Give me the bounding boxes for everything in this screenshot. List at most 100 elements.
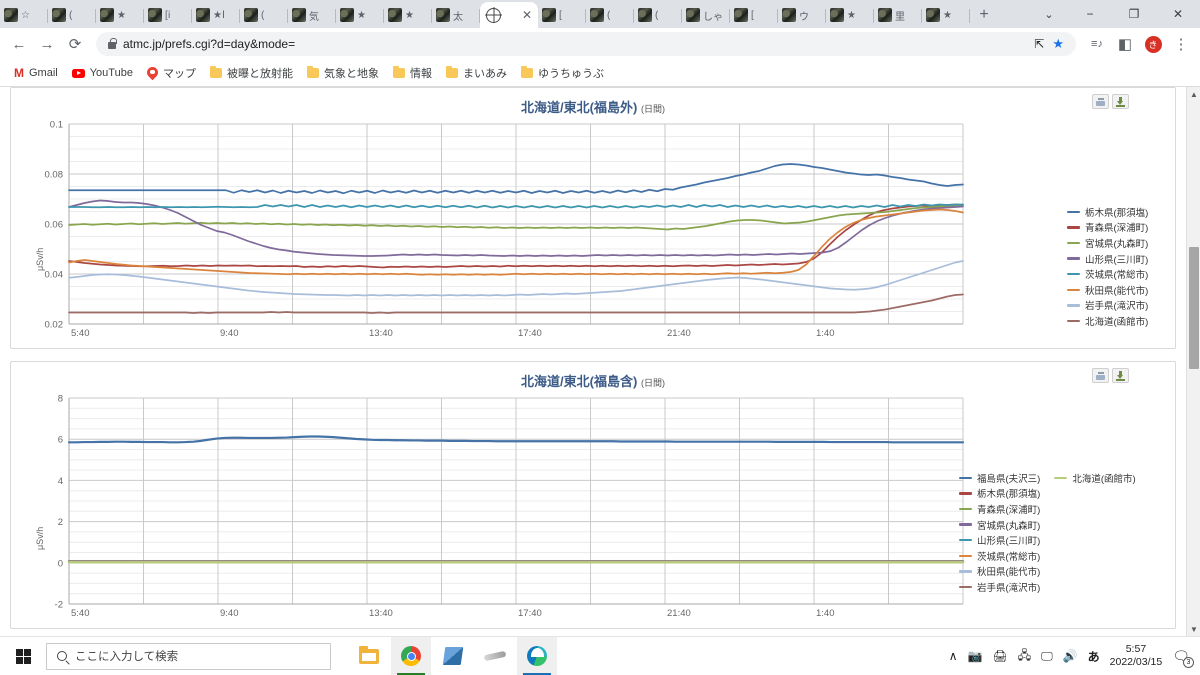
window-maximize-button[interactable]: ❐ [1112, 0, 1156, 28]
browser-tab[interactable]: 里 [874, 2, 922, 28]
browser-tab[interactable]: [ [538, 2, 586, 28]
window-minimize-button[interactable]: − [1068, 0, 1112, 28]
browser-tab[interactable]: 太 [432, 2, 480, 28]
tab-title: ( [607, 9, 611, 21]
browser-tab[interactable]: ★ [96, 2, 144, 28]
bookmark-folder-3[interactable]: 情報 [387, 63, 438, 83]
profile-avatar[interactable]: き [1140, 31, 1166, 57]
download-icon [1116, 97, 1125, 107]
ime-indicator[interactable]: あ [1088, 648, 1100, 665]
legend-item[interactable]: 栃木県(那須塩) [1067, 204, 1148, 220]
legend-item[interactable]: 青森県(深浦町) [959, 501, 1040, 517]
legend-label: 茨城県(常総市) [977, 551, 1041, 563]
legend-item[interactable]: 茨城県(常総市) [1067, 266, 1148, 282]
browser-tab[interactable]: ☆ [0, 2, 48, 28]
legend-item[interactable]: 宮城県(丸森町) [959, 517, 1040, 533]
volume-icon[interactable]: 🔊 [1063, 649, 1078, 663]
fax-icon[interactable]: 🖨 [992, 649, 1007, 663]
taskbar-app-chrome[interactable] [391, 636, 431, 675]
chart-card-1: 北海道/東北(福島外) (日間) μSv/h 0.02 0.04 0.06 0.08 0… [10, 87, 1176, 349]
browser-tab[interactable]: しゃ [682, 2, 730, 28]
bookmark-folder-2[interactable]: 気象と地象 [301, 63, 385, 83]
scroll-down-icon[interactable]: ▼ [1187, 622, 1200, 636]
browser-toolbar: ← → ⟳ atmc.jp/prefs.cgi?d=day&mode= ⇱ ★ … [0, 28, 1200, 60]
legend-item[interactable]: 秋田県(能代市) [1067, 282, 1148, 298]
notification-center-icon[interactable]: 🗨 3 [1172, 648, 1194, 668]
legend-item[interactable]: 山形県(三川町) [959, 532, 1040, 548]
print-button[interactable] [1092, 94, 1109, 109]
browser-tab[interactable]: 気 [288, 2, 336, 28]
browser-tab[interactable]: ★ [336, 2, 384, 28]
new-tab-button[interactable]: + [970, 2, 998, 28]
scroll-up-icon[interactable]: ▲ [1187, 87, 1200, 101]
download-button[interactable] [1112, 94, 1129, 109]
taskbar-search-input[interactable]: ここに入力して検索 [46, 642, 331, 670]
network-icon[interactable]: 🖧 [1018, 646, 1031, 667]
browser-tab[interactable]: ★ [922, 2, 970, 28]
legend-item[interactable]: 北海道(函館市) [1067, 313, 1148, 329]
legend-item[interactable]: 山形県(三川町) [1067, 251, 1148, 267]
browser-tab[interactable]: ( [240, 2, 288, 28]
legend-item[interactable]: 秋田県(能代市) [959, 564, 1040, 580]
chart-1-ylabel: μSv/h [35, 247, 45, 271]
taskbar-app-pen[interactable] [475, 637, 515, 675]
legend-item[interactable]: 福島県(夫沢三) [959, 470, 1040, 486]
browser-tab[interactable]: ★ [384, 2, 432, 28]
taskbar-app-book[interactable] [433, 637, 473, 675]
camera-icon[interactable]: 📷 [968, 649, 983, 663]
legend-item[interactable]: 宮城県(丸森町) [1067, 235, 1148, 251]
browser-tab-active[interactable]: ✕ [480, 2, 538, 28]
bookmark-maps[interactable]: マップ [141, 63, 202, 83]
legend-item[interactable]: 北海道(函館市) [1054, 470, 1136, 486]
tab-favicon-icon [340, 8, 354, 22]
bookmark-folder-4[interactable]: まいあみ [440, 63, 513, 83]
legend-item[interactable]: 青森県(深浦町) [1067, 220, 1148, 236]
taskbar-app-edge[interactable] [517, 636, 557, 675]
display-icon[interactable]: 🖵 [1041, 649, 1053, 664]
print-button[interactable] [1092, 368, 1109, 383]
maps-pin-icon [147, 67, 158, 80]
page-scrollbar[interactable]: ▲ ▼ [1186, 87, 1200, 636]
bookmark-star-icon[interactable]: ★ [1052, 36, 1064, 52]
taskbar-app-file-explorer[interactable] [349, 637, 389, 675]
browser-tab[interactable]: [ⅰ [144, 2, 192, 28]
download-icon [1116, 371, 1125, 381]
bookmark-folder-5[interactable]: ゆうちゅうぶ [515, 63, 610, 83]
legend-item[interactable]: 岩手県(滝沢市) [959, 579, 1040, 595]
close-icon[interactable]: ✕ [522, 9, 532, 21]
back-icon[interactable]: ← [6, 31, 32, 57]
forward-icon[interactable]: → [34, 31, 60, 57]
browser-tab[interactable]: ウ [778, 2, 826, 28]
pen-icon [483, 650, 507, 662]
legend-column: 栃木県(那須塩) 青森県(深浦町) 宮城県(丸森町) 山形県(三川町) 茨城県(常総市)… [1067, 204, 1148, 329]
reading-list-icon[interactable]: ≡♪ [1084, 31, 1110, 57]
address-bar[interactable]: atmc.jp/prefs.cgi?d=day&mode= ⇱ ★ [96, 32, 1076, 56]
bookmark-gmail[interactable]: M Gmail [8, 65, 64, 81]
bookmark-folder-1[interactable]: 被曝と放射能 [204, 63, 299, 83]
reload-icon[interactable]: ⟳ [62, 31, 88, 57]
tab-search-button[interactable]: ⌄ [1030, 0, 1068, 28]
window-close-button[interactable]: ✕ [1156, 0, 1200, 28]
browser-tab[interactable]: ( [48, 2, 96, 28]
svg-text:0.08: 0.08 [45, 170, 64, 181]
legend-swatch-icon [959, 570, 972, 573]
scrollbar-thumb[interactable] [1189, 247, 1199, 369]
browser-tab[interactable]: ★Ⅰ [192, 2, 240, 28]
side-panel-icon[interactable]: ◧ [1112, 31, 1138, 57]
taskbar-clock[interactable]: 5:57 2022/03/15 [1110, 643, 1163, 669]
browser-tab[interactable]: ( [634, 2, 682, 28]
browser-tab[interactable]: [ [730, 2, 778, 28]
share-icon[interactable]: ⇱ [1034, 37, 1044, 51]
legend-item[interactable]: 栃木県(那須塩) [959, 486, 1040, 502]
tab-title: しゃ [703, 11, 723, 23]
browser-tab[interactable]: ★ [826, 2, 874, 28]
lock-icon [108, 38, 117, 49]
tray-chevron-icon[interactable]: ∧ [949, 649, 958, 663]
browser-tab[interactable]: ( [586, 2, 634, 28]
start-button[interactable] [0, 637, 46, 675]
bookmark-youtube[interactable]: YouTube [66, 65, 139, 81]
legend-item[interactable]: 岩手県(滝沢市) [1067, 298, 1148, 314]
chrome-menu-icon[interactable]: ⋮ [1168, 31, 1194, 57]
download-button[interactable] [1112, 368, 1129, 383]
legend-item[interactable]: 茨城県(常総市) [959, 548, 1040, 564]
